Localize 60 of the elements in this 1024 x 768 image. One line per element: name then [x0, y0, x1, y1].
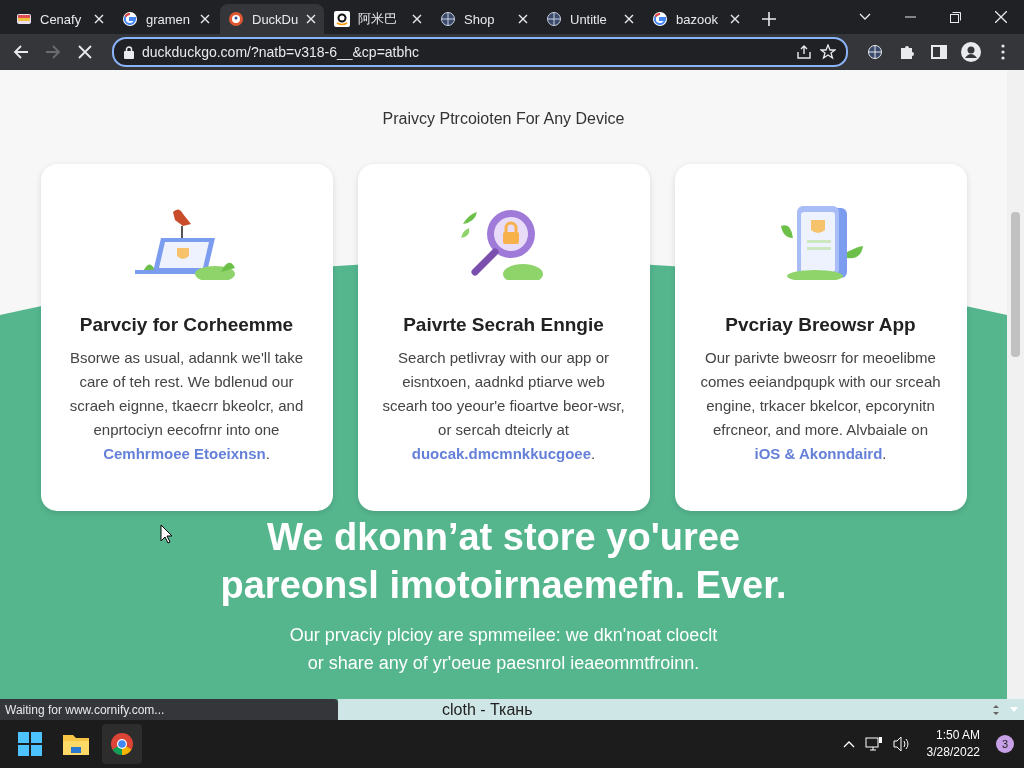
google-g-icon	[122, 11, 138, 27]
windows-logo-icon[interactable]	[18, 732, 42, 756]
stop-icon[interactable]	[78, 45, 92, 59]
chevron-up-icon[interactable]	[842, 740, 855, 748]
network-icon[interactable]	[864, 736, 883, 752]
card-title: Pvcriay Breowsr App	[725, 314, 916, 336]
close-icon[interactable]	[730, 14, 740, 24]
browser-tab[interactable]: Shop	[432, 4, 536, 34]
profile-icon[interactable]	[961, 42, 981, 62]
share-icon[interactable]	[796, 44, 812, 60]
headline: We dkonn’at store yo'uree pareonsl imotoirnaemefn. Ever.	[220, 515, 787, 608]
spin-arrows-icon[interactable]	[992, 702, 1000, 717]
card-description: Bsorwe as usual, adannk we'll take care of teh rest. We bdlenud our scraeh eignne, tkaecrr bkeolcr, and enprtociyn eecofrnr into one Cemhrmoee Etoeixnsn.	[68, 348, 305, 464]
globe-icon	[440, 11, 456, 27]
rainbow-icon	[16, 11, 32, 27]
chevron-down-icon[interactable]	[859, 13, 871, 21]
folder-icon[interactable]	[63, 733, 89, 755]
close-icon[interactable]	[412, 14, 422, 24]
translation-text: cloth - Ткань	[442, 700, 534, 719]
card-description: Search petlivray with our app or eisntxoen, aadnkd ptiarve web scearh too yeour'e fioartve beor-wsr, or sercah dteicrly at duocak.dmcmnkkucgoee.	[381, 348, 626, 464]
browser-tab[interactable]: bazook	[644, 4, 748, 34]
speaker-icon[interactable]	[892, 736, 911, 752]
mouse-pointer-icon	[160, 524, 173, 544]
address-bar[interactable]: duckduckgo.com/?natb=v318-6__&cp=atbhc	[112, 37, 848, 67]
duck-logo-icon	[228, 11, 244, 27]
letter-a-icon	[334, 11, 350, 27]
card-link[interactable]: duocak.dmcmnkkucgoee	[411, 445, 592, 462]
browser-tab[interactable]: 阿米巴	[326, 4, 430, 34]
close-icon[interactable]	[624, 14, 634, 24]
browser-tab[interactable]: DuckDu	[220, 4, 324, 34]
close-icon[interactable]	[200, 14, 210, 24]
lock-icon	[124, 45, 134, 59]
side-panel-icon[interactable]	[931, 45, 947, 59]
close-icon[interactable]	[306, 14, 316, 24]
card-description: Our parivte bweosrr for meoelibme comes eeiandpqupk with our srceah engine, trkacer bkelcor, epcorynitn efrcneor, and more. Alvbaiale on iOS & Akonndaird.	[699, 348, 942, 464]
google-g-icon	[652, 11, 668, 27]
browser-tab[interactable]: gramen	[114, 4, 218, 34]
section-heading: Praivcy Ptrcoioten For Any Device	[382, 110, 625, 129]
new-tab-icon[interactable]	[762, 12, 776, 26]
menu-icon[interactable]	[1001, 44, 1005, 60]
browser-tab[interactable]: Untitle	[538, 4, 642, 34]
puzzle-piece-icon[interactable]	[899, 44, 915, 60]
back-arrow-icon[interactable]	[13, 44, 29, 60]
globe-icon[interactable]	[867, 44, 883, 60]
chrome-icon[interactable]	[110, 732, 134, 756]
globe-icon	[546, 11, 562, 27]
star-icon[interactable]	[820, 44, 836, 60]
clock[interactable]: 1:50 AM 3/28/2022	[920, 727, 986, 761]
status-text: Waiting for www.cornify.com...	[0, 699, 338, 720]
close-icon[interactable]	[94, 14, 104, 24]
close-icon[interactable]	[518, 14, 528, 24]
card-title: Parvciy for Corheemme	[79, 314, 294, 336]
card-link[interactable]: Cemhrmoee Etoeixnsn	[103, 445, 266, 462]
notification-badge[interactable]: 3	[996, 735, 1014, 753]
close-icon[interactable]	[995, 11, 1007, 23]
restore-icon[interactable]	[950, 11, 961, 23]
card-title: Paivrte Secrah Enngie	[403, 314, 604, 336]
browser-tab[interactable]: Cenafy	[8, 4, 112, 34]
scrollbar[interactable]	[1007, 70, 1024, 699]
subheading: Our prvaciy plcioy are spmmeilee: we dkn'noat cloeclt or share any of yr'oeue paesnrol ieaeommtfroinn.	[289, 624, 718, 675]
